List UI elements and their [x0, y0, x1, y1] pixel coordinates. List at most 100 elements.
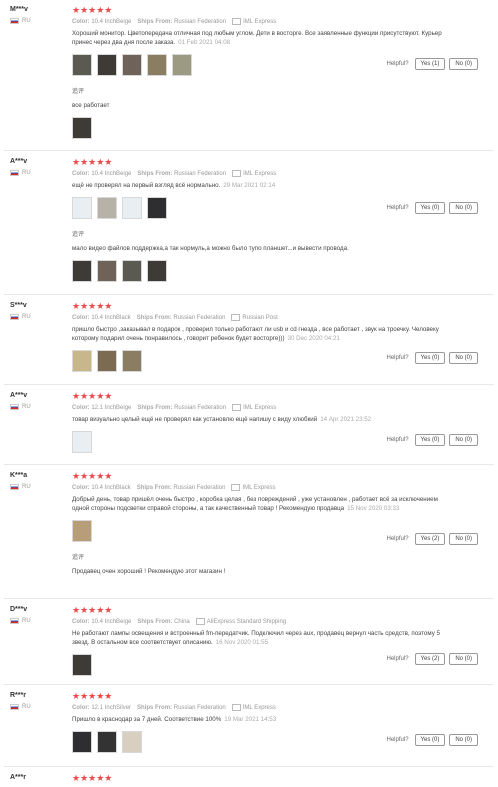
ships-from-value: Russian Federation: [173, 315, 226, 322]
helpful-no-button[interactable]: No (0): [449, 533, 478, 545]
followup-section: 追评 мало видео файлов поддержка,а так нор…: [72, 229, 477, 283]
reviewer-name: S***v: [10, 302, 27, 309]
followup-photos: [72, 117, 477, 140]
color-value: 10.4 InchBlack: [91, 485, 131, 492]
country-code: RU: [22, 170, 31, 176]
review-photo[interactable]: [147, 54, 167, 77]
reviewer-country: RU: [10, 618, 70, 624]
helpful-yes-button[interactable]: Yes (0): [414, 352, 446, 364]
review-text: Не работают лампы освещения и встроенный…: [72, 629, 442, 647]
star-rating: ★★★★★: [72, 301, 113, 311]
helpful-label: Helpful?: [386, 437, 409, 443]
review-item: A***v RU ★★★★★ Color: 10.4 InchBeige Ship…: [4, 152, 494, 295]
review-photo[interactable]: [72, 654, 92, 677]
helpful-no-button[interactable]: No (0): [449, 434, 478, 446]
color-value: 12.1 InchSilver: [91, 705, 132, 712]
review-item: R***r RU ★★★★★ Color: 12.1 InchSilver Shi…: [4, 686, 494, 767]
review-photo[interactable]: [122, 197, 142, 220]
helpful-no-button[interactable]: No (0): [449, 58, 478, 70]
review-photo[interactable]: [97, 54, 117, 77]
russia-flag-icon: [10, 618, 19, 624]
review-date: 30 Dec 2020 04:21: [287, 335, 340, 343]
helpful-no-button[interactable]: No (0): [449, 202, 478, 214]
russia-flag-icon: [10, 18, 19, 24]
helpful-yes-button[interactable]: Yes (1): [414, 58, 446, 70]
russia-flag-icon: [10, 404, 19, 410]
review-date: 01 Feb 2021 04:08: [178, 39, 231, 47]
review-body: Пришло в краснодар за 7 дней. Соответств…: [72, 716, 222, 724]
star-rating: ★★★★★: [72, 471, 113, 481]
review-meta: Color: 10.4 InchBlack Ships From: Russian…: [72, 314, 477, 321]
reviewer-info: A***r: [10, 774, 70, 781]
helpful-no-button[interactable]: No (0): [449, 734, 478, 746]
helpful-no-button[interactable]: No (0): [449, 653, 478, 665]
color-value: 10.4 InchBeige: [91, 19, 132, 26]
helpful-yes-button[interactable]: Yes (2): [414, 533, 446, 545]
review-date: 14 Apr 2021 23:52: [320, 416, 372, 424]
review-meta: Color: 12.1 InchSilver Ships From: Russia…: [72, 704, 477, 711]
followup-label: 追评: [72, 555, 85, 562]
helpful-controls: Helpful? Yes (0) No (0): [387, 734, 478, 746]
review-photo[interactable]: [97, 350, 117, 373]
reviewer-name: D***v: [10, 606, 28, 613]
review-photo[interactable]: [147, 260, 167, 283]
review-item: D***v RU ★★★★★ Color: 10.4 InchBeige Ship…: [4, 600, 494, 685]
shipping-icon: [231, 704, 241, 711]
helpful-yes-button[interactable]: Yes (0): [414, 202, 446, 214]
color-value: 10.4 InchBeige: [91, 171, 132, 178]
helpful-no-button[interactable]: No (0): [449, 352, 478, 364]
color-label: Color:: [72, 19, 90, 26]
ships-label: Ships From:: [137, 19, 173, 26]
star-rating: ★★★★★: [72, 157, 113, 167]
helpful-label: Helpful?: [386, 205, 409, 211]
review-photo[interactable]: [97, 197, 117, 220]
review-text: ещё не проверял на первый взгляд всё нор…: [72, 181, 442, 190]
reviewer-info: M***v RU: [10, 6, 70, 24]
helpful-yes-button[interactable]: Yes (0): [414, 734, 446, 746]
reviewer-country: RU: [10, 404, 70, 410]
review-meta: Color: 12.1 InchBeige Ships From: Russian…: [72, 404, 477, 411]
star-rating: ★★★★★: [72, 691, 113, 701]
shipping-icon: [232, 170, 242, 177]
reviewer-info: A***v RU: [10, 158, 70, 176]
review-date: 29 Mar 2021 02:14: [223, 182, 276, 190]
country-code: RU: [22, 704, 31, 710]
ships-from-value: Russian Federation: [174, 19, 227, 26]
followup-section: 追评 Продавец очен хороший ! Рекомендую эт…: [72, 552, 477, 576]
helpful-yes-button[interactable]: Yes (2): [414, 653, 446, 665]
shipping-icon: [231, 314, 241, 321]
review-photo[interactable]: [147, 197, 167, 220]
followup-label: 追评: [72, 232, 85, 239]
reviewer-info: S***v RU: [10, 302, 70, 320]
review-photo[interactable]: [172, 54, 192, 77]
helpful-label: Helpful?: [386, 656, 409, 662]
review-photo[interactable]: [122, 350, 142, 373]
review-photo[interactable]: [97, 731, 117, 754]
helpful-yes-button[interactable]: Yes (0): [414, 434, 446, 446]
color-label: Color:: [72, 405, 90, 412]
review-photo[interactable]: [72, 431, 92, 454]
review-text: Пришло в краснодар за 7 дней. Соответств…: [72, 715, 442, 724]
review-photo[interactable]: [122, 731, 142, 754]
ships-from-value: Russian Federation: [174, 405, 227, 412]
review-meta: Color: 10.4 InchBeige Ships From: Russian…: [72, 170, 477, 177]
review-photo[interactable]: [122, 54, 142, 77]
review-photo[interactable]: [72, 260, 92, 283]
helpful-controls: Helpful? Yes (2) No (0): [387, 653, 478, 665]
review-photo[interactable]: [72, 350, 92, 373]
review-body: пришло быстро ,заказывал в подарок , про…: [72, 326, 439, 343]
review-photo[interactable]: [72, 54, 92, 77]
russia-flag-icon: [10, 704, 19, 710]
reviewer-name: A***r: [10, 774, 26, 781]
review-photo[interactable]: [97, 260, 117, 283]
reviewer-name: A***v: [10, 392, 28, 399]
review-photo[interactable]: [72, 520, 92, 543]
review-body: Хороший монитор. Цветопередача отличная …: [72, 30, 442, 47]
country-code: RU: [22, 618, 31, 624]
followup-text: Продавец очен хороший ! Рекомендую этот …: [72, 568, 226, 576]
review-text: Хороший монитор. Цветопередача отличная …: [72, 29, 442, 47]
review-photo[interactable]: [122, 260, 142, 283]
review-photo[interactable]: [72, 117, 92, 140]
review-photo[interactable]: [72, 197, 92, 220]
review-photo[interactable]: [72, 731, 92, 754]
